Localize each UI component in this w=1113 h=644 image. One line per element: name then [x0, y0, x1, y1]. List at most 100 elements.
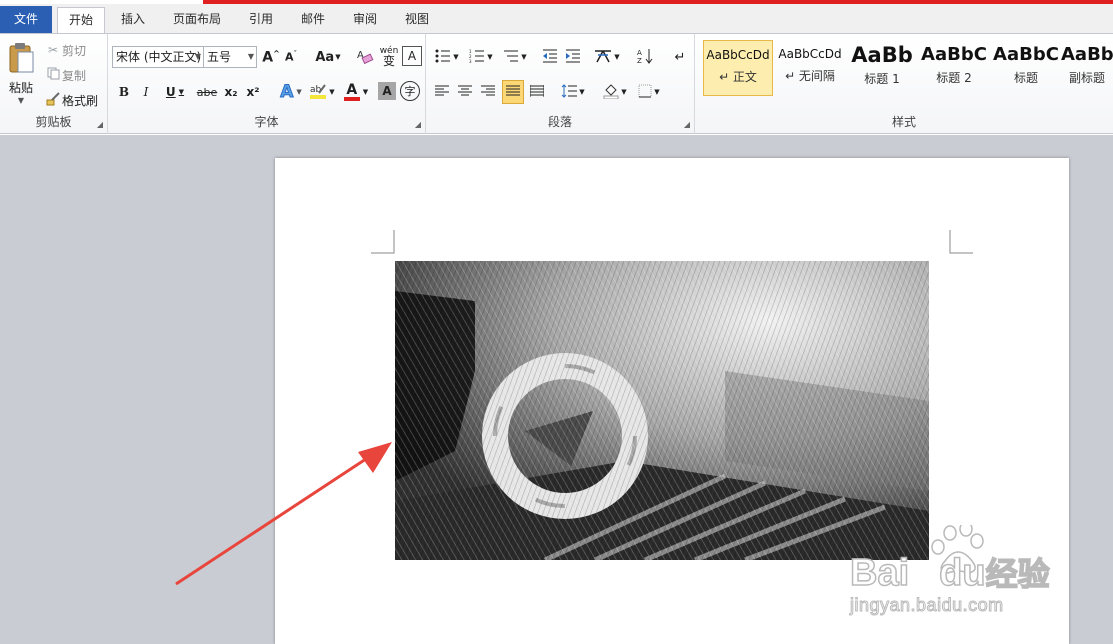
grow-font-button[interactable]: A^: [262, 46, 280, 68]
eraser-icon: A: [356, 47, 374, 68]
tab-insert[interactable]: 插入: [112, 7, 154, 34]
tab-page-layout[interactable]: 页面布局: [163, 7, 231, 34]
shrink-font-icon: Aˇ: [284, 50, 297, 64]
superscript-label: x²: [246, 85, 260, 99]
chevron-down-icon: ▼: [521, 53, 527, 61]
grow-font-icon: A^: [262, 48, 280, 66]
character-border-button[interactable]: A: [402, 46, 422, 66]
inserted-image[interactable]: [395, 261, 929, 560]
strikethrough-label: abe: [196, 85, 218, 99]
style-sample: AaBbC: [993, 44, 1059, 65]
justify-icon: [506, 85, 520, 100]
line-spacing-icon: [561, 83, 578, 101]
change-case-label: Aa: [315, 49, 335, 65]
style-sample: AaBbCcDd: [778, 47, 842, 61]
style-name: 副标题: [1068, 71, 1105, 85]
clipboard-group-label: 剪贴板: [35, 115, 72, 129]
italic-button[interactable]: I: [136, 81, 156, 103]
style-title[interactable]: AaBbC 标题: [991, 40, 1061, 96]
align-center-icon: [458, 85, 472, 100]
tab-references[interactable]: 引用: [240, 7, 282, 34]
align-left-button[interactable]: [432, 81, 452, 103]
chevron-down-icon: ▼: [194, 52, 201, 61]
group-clipboard: 粘贴 ▼ ✂ 剪切 复制 格式刷 剪贴板 ◢: [0, 34, 108, 134]
shrink-font-button[interactable]: Aˇ: [282, 46, 300, 68]
font-group-label: 字体: [254, 115, 279, 129]
font-size-dropdown[interactable]: 五号 ▼: [203, 46, 257, 68]
red-arrow-annotation: [175, 442, 392, 586]
font-name-dropdown[interactable]: 宋体 (中文正文) ▼: [112, 46, 204, 68]
format-painter-button[interactable]: 格式刷: [44, 90, 98, 110]
style-name: 标题: [1013, 71, 1038, 85]
align-right-button[interactable]: [478, 81, 498, 103]
character-shading-label: A: [382, 84, 392, 98]
style-normal[interactable]: AaBbCcDd ↵ 正文: [703, 40, 773, 96]
shading-button[interactable]: ▼: [600, 81, 630, 103]
change-case-button[interactable]: Aa ▼: [314, 46, 342, 68]
highlight-color-button[interactable]: ab ▼: [307, 81, 337, 103]
tab-view[interactable]: 视图: [396, 7, 438, 34]
style-subtitle[interactable]: AaBb 副标题: [1061, 40, 1113, 96]
tab-file[interactable]: 文件: [0, 6, 52, 34]
multilevel-list-button[interactable]: ▼: [500, 46, 530, 68]
tab-home[interactable]: 开始: [57, 7, 105, 34]
bullets-button[interactable]: ▼: [432, 46, 462, 68]
superscript-button[interactable]: x²: [243, 81, 263, 103]
chevron-down-icon: ▼: [247, 52, 254, 61]
watermark-brand: Bai: [849, 551, 910, 595]
italic-label: I: [143, 85, 149, 99]
font-color-label: A: [346, 81, 358, 98]
numbering-button[interactable]: 123 ▼: [466, 46, 496, 68]
chevron-down-icon: ▼: [453, 53, 459, 61]
font-color-button[interactable]: A ▼: [341, 81, 371, 103]
numbered-list-icon: 123: [469, 49, 485, 66]
style-heading-2[interactable]: AaBbC 标题 2: [919, 40, 989, 96]
line-spacing-button[interactable]: ▼: [558, 81, 588, 103]
enclose-characters-button[interactable]: 字: [400, 81, 420, 101]
cut-button[interactable]: ✂ 剪切: [44, 40, 86, 60]
strikethrough-button[interactable]: abe: [194, 81, 220, 103]
format-painter-label: 格式刷: [62, 93, 99, 108]
chevron-down-icon: ▼: [178, 88, 185, 96]
clipboard-icon: [7, 42, 35, 77]
borders-button[interactable]: ▼: [634, 81, 664, 103]
margin-corner-mark: [371, 230, 395, 254]
subscript-button[interactable]: x₂: [221, 81, 241, 103]
svg-text:Z: Z: [637, 57, 642, 64]
enclose-characters-label: 字: [404, 85, 416, 98]
chinese-layout-button[interactable]: ▼: [592, 46, 622, 68]
align-left-icon: [435, 85, 449, 100]
justify-button[interactable]: [502, 80, 524, 104]
chevron-down-icon: ▼: [621, 88, 627, 96]
character-shading-button[interactable]: A: [378, 82, 396, 100]
group-styles: AaBbCcDd ↵ 正文 AaBbCcDd ↵ 无间隔 AaBb 标题 1 A…: [695, 34, 1113, 134]
group-font: 宋体 (中文正文) ▼ 五号 ▼ A^ Aˇ Aa ▼ A wén 变 A B …: [108, 34, 426, 134]
style-heading-1[interactable]: AaBb 标题 1: [847, 40, 917, 96]
svg-text:3: 3: [469, 59, 472, 63]
multilevel-list-icon: [503, 49, 519, 66]
phonetic-guide-button[interactable]: wén 变: [378, 44, 400, 68]
dialog-launcher-icon[interactable]: ◢: [684, 120, 690, 129]
align-center-button[interactable]: [455, 81, 475, 103]
increase-indent-button[interactable]: [563, 46, 583, 68]
increase-indent-icon: [565, 49, 581, 66]
show-formatting-marks-button[interactable]: ↵: [670, 46, 690, 68]
distributed-button[interactable]: [527, 81, 547, 103]
style-name: 标题 2: [936, 71, 972, 85]
text-effects-button[interactable]: A ▼: [276, 81, 306, 103]
underline-button[interactable]: U ▼: [160, 81, 190, 103]
bold-button[interactable]: B: [114, 81, 134, 103]
copy-button[interactable]: 复制: [44, 65, 86, 85]
style-no-spacing[interactable]: AaBbCcDd ↵ 无间隔: [775, 40, 845, 96]
font-size-value: 五号: [207, 50, 232, 64]
chevron-down-icon: ▼: [487, 53, 493, 61]
paste-button[interactable]: 粘贴 ▼: [4, 38, 38, 108]
tab-review[interactable]: 审阅: [344, 7, 386, 34]
tab-mailings[interactable]: 邮件: [292, 7, 334, 34]
dialog-launcher-icon[interactable]: ◢: [97, 120, 103, 129]
dialog-launcher-icon[interactable]: ◢: [415, 120, 421, 129]
font-name-value: 宋体 (中文正文): [116, 50, 202, 64]
clear-formatting-button[interactable]: A: [354, 46, 376, 68]
decrease-indent-button[interactable]: [540, 46, 560, 68]
sort-button[interactable]: AZ: [634, 46, 656, 68]
